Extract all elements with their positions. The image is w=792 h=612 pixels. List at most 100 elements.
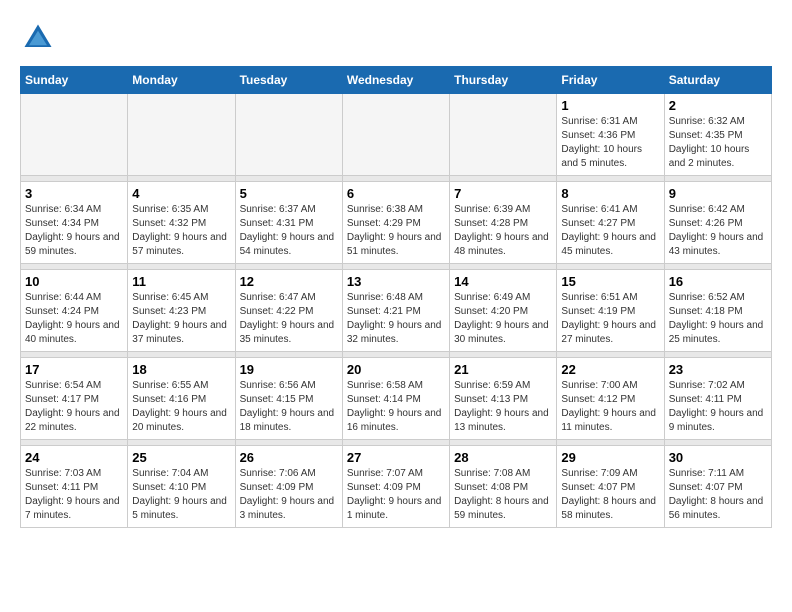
day-number: 28	[454, 450, 552, 465]
day-number: 24	[25, 450, 123, 465]
day-number: 26	[240, 450, 338, 465]
day-info: Sunrise: 6:52 AM Sunset: 4:18 PM Dayligh…	[669, 291, 767, 347]
day-cell	[235, 94, 342, 176]
day-cell: 12Sunrise: 6:47 AM Sunset: 4:22 PM Dayli…	[235, 270, 342, 352]
day-number: 10	[25, 274, 123, 289]
header	[20, 20, 772, 56]
day-cell: 10Sunrise: 6:44 AM Sunset: 4:24 PM Dayli…	[21, 270, 128, 352]
day-info: Sunrise: 7:07 AM Sunset: 4:09 PM Dayligh…	[347, 467, 445, 523]
day-cell: 23 Sunrise: 7:02 AM Sunset: 4:11 PM Dayli…	[664, 358, 771, 440]
day-cell: 17 Sunrise: 6:54 AM Sunset: 4:17 PM Dayli…	[21, 358, 128, 440]
week-row-1: 1 Sunrise: 6:31 AM Sunset: 4:36 PM Daylig…	[21, 94, 772, 176]
day-info: Sunrise: 7:03 AM Sunset: 4:11 PM Dayligh…	[25, 467, 123, 523]
day-cell: 20 Sunrise: 6:58 AM Sunset: 4:14 PM Dayli…	[342, 358, 449, 440]
day-cell: 21 Sunrise: 6:59 AM Sunset: 4:13 PM Dayli…	[450, 358, 557, 440]
day-cell: 26 Sunrise: 7:06 AM Sunset: 4:09 PM Dayli…	[235, 446, 342, 528]
day-header-tuesday: Tuesday	[235, 67, 342, 94]
day-number: 21	[454, 362, 552, 377]
week-row-3: 10Sunrise: 6:44 AM Sunset: 4:24 PM Dayli…	[21, 270, 772, 352]
day-number: 18	[132, 362, 230, 377]
day-cell: 1 Sunrise: 6:31 AM Sunset: 4:36 PM Daylig…	[557, 94, 664, 176]
day-cell: 4 Sunrise: 6:35 AM Sunset: 4:32 PM Daylig…	[128, 182, 235, 264]
day-number: 30	[669, 450, 767, 465]
day-info: Sunrise: 6:32 AM Sunset: 4:35 PM Dayligh…	[669, 115, 767, 171]
day-cell	[450, 94, 557, 176]
day-header-friday: Friday	[557, 67, 664, 94]
day-cell: 18 Sunrise: 6:55 AM Sunset: 4:16 PM Dayli…	[128, 358, 235, 440]
day-cell: 28 Sunrise: 7:08 AM Sunset: 4:08 PM Dayli…	[450, 446, 557, 528]
day-info: Sunrise: 7:09 AM Sunset: 4:07 PM Dayligh…	[561, 467, 659, 523]
day-info: Sunrise: 6:34 AM Sunset: 4:34 PM Dayligh…	[25, 203, 123, 259]
calendar: SundayMondayTuesdayWednesdayThursdayFrid…	[20, 66, 772, 528]
day-cell: 8 Sunrise: 6:41 AM Sunset: 4:27 PM Daylig…	[557, 182, 664, 264]
day-number: 17	[25, 362, 123, 377]
day-cell: 7Sunrise: 6:39 AM Sunset: 4:28 PM Daylig…	[450, 182, 557, 264]
day-cell	[128, 94, 235, 176]
day-info: Sunrise: 6:38 AM Sunset: 4:29 PM Dayligh…	[347, 203, 445, 259]
day-number: 15	[561, 274, 659, 289]
day-number: 20	[347, 362, 445, 377]
day-info: Sunrise: 6:56 AM Sunset: 4:15 PM Dayligh…	[240, 379, 338, 435]
day-number: 5	[240, 186, 338, 201]
day-number: 19	[240, 362, 338, 377]
day-number: 11	[132, 274, 230, 289]
day-info: Sunrise: 6:35 AM Sunset: 4:32 PM Dayligh…	[132, 203, 230, 259]
day-number: 22	[561, 362, 659, 377]
day-cell: 22 Sunrise: 7:00 AM Sunset: 4:12 PM Dayli…	[557, 358, 664, 440]
week-row-4: 17 Sunrise: 6:54 AM Sunset: 4:17 PM Dayli…	[21, 358, 772, 440]
day-info: Sunrise: 7:02 AM Sunset: 4:11 PM Dayligh…	[669, 379, 767, 435]
week-row-5: 24 Sunrise: 7:03 AM Sunset: 4:11 PM Dayli…	[21, 446, 772, 528]
day-number: 9	[669, 186, 767, 201]
day-cell: 13 Sunrise: 6:48 AM Sunset: 4:21 PM Dayli…	[342, 270, 449, 352]
day-header-monday: Monday	[128, 67, 235, 94]
day-number: 8	[561, 186, 659, 201]
day-cell: 24 Sunrise: 7:03 AM Sunset: 4:11 PM Dayli…	[21, 446, 128, 528]
day-info: Sunrise: 6:49 AM Sunset: 4:20 PM Dayligh…	[454, 291, 552, 347]
day-cell: 15 Sunrise: 6:51 AM Sunset: 4:19 PM Dayli…	[557, 270, 664, 352]
logo-icon	[20, 20, 56, 56]
day-cell: 5 Sunrise: 6:37 AM Sunset: 4:31 PM Daylig…	[235, 182, 342, 264]
day-info: Sunrise: 7:00 AM Sunset: 4:12 PM Dayligh…	[561, 379, 659, 435]
day-cell: 29 Sunrise: 7:09 AM Sunset: 4:07 PM Dayli…	[557, 446, 664, 528]
day-info: Sunrise: 6:37 AM Sunset: 4:31 PM Dayligh…	[240, 203, 338, 259]
day-number: 4	[132, 186, 230, 201]
day-info: Sunrise: 6:45 AM Sunset: 4:23 PM Dayligh…	[132, 291, 230, 347]
day-info: Sunrise: 6:48 AM Sunset: 4:21 PM Dayligh…	[347, 291, 445, 347]
day-info: Sunrise: 6:55 AM Sunset: 4:16 PM Dayligh…	[132, 379, 230, 435]
day-header-wednesday: Wednesday	[342, 67, 449, 94]
day-info: Sunrise: 6:58 AM Sunset: 4:14 PM Dayligh…	[347, 379, 445, 435]
day-number: 14	[454, 274, 552, 289]
day-info: Sunrise: 6:59 AM Sunset: 4:13 PM Dayligh…	[454, 379, 552, 435]
day-number: 2	[669, 98, 767, 113]
day-info: Sunrise: 6:54 AM Sunset: 4:17 PM Dayligh…	[25, 379, 123, 435]
day-cell	[21, 94, 128, 176]
day-number: 27	[347, 450, 445, 465]
day-info: Sunrise: 7:11 AM Sunset: 4:07 PM Dayligh…	[669, 467, 767, 523]
day-number: 16	[669, 274, 767, 289]
day-number: 7	[454, 186, 552, 201]
day-header-sunday: Sunday	[21, 67, 128, 94]
week-row-2: 3Sunrise: 6:34 AM Sunset: 4:34 PM Daylig…	[21, 182, 772, 264]
day-info: Sunrise: 6:31 AM Sunset: 4:36 PM Dayligh…	[561, 115, 659, 171]
day-number: 1	[561, 98, 659, 113]
day-info: Sunrise: 6:42 AM Sunset: 4:26 PM Dayligh…	[669, 203, 767, 259]
day-cell: 27 Sunrise: 7:07 AM Sunset: 4:09 PM Dayli…	[342, 446, 449, 528]
day-number: 13	[347, 274, 445, 289]
day-header-saturday: Saturday	[664, 67, 771, 94]
day-cell: 6Sunrise: 6:38 AM Sunset: 4:29 PM Daylig…	[342, 182, 449, 264]
day-number: 29	[561, 450, 659, 465]
day-cell: 2 Sunrise: 6:32 AM Sunset: 4:35 PM Daylig…	[664, 94, 771, 176]
day-info: Sunrise: 6:51 AM Sunset: 4:19 PM Dayligh…	[561, 291, 659, 347]
day-cell: 25Sunrise: 7:04 AM Sunset: 4:10 PM Dayli…	[128, 446, 235, 528]
day-cell	[342, 94, 449, 176]
day-info: Sunrise: 7:06 AM Sunset: 4:09 PM Dayligh…	[240, 467, 338, 523]
day-cell: 16 Sunrise: 6:52 AM Sunset: 4:18 PM Dayli…	[664, 270, 771, 352]
day-number: 23	[669, 362, 767, 377]
logo	[20, 20, 60, 56]
day-cell: 19 Sunrise: 6:56 AM Sunset: 4:15 PM Dayli…	[235, 358, 342, 440]
day-info: Sunrise: 7:08 AM Sunset: 4:08 PM Dayligh…	[454, 467, 552, 523]
day-cell: 30 Sunrise: 7:11 AM Sunset: 4:07 PM Dayli…	[664, 446, 771, 528]
day-cell: 9 Sunrise: 6:42 AM Sunset: 4:26 PM Daylig…	[664, 182, 771, 264]
day-cell: 3Sunrise: 6:34 AM Sunset: 4:34 PM Daylig…	[21, 182, 128, 264]
day-info: Sunrise: 6:41 AM Sunset: 4:27 PM Dayligh…	[561, 203, 659, 259]
